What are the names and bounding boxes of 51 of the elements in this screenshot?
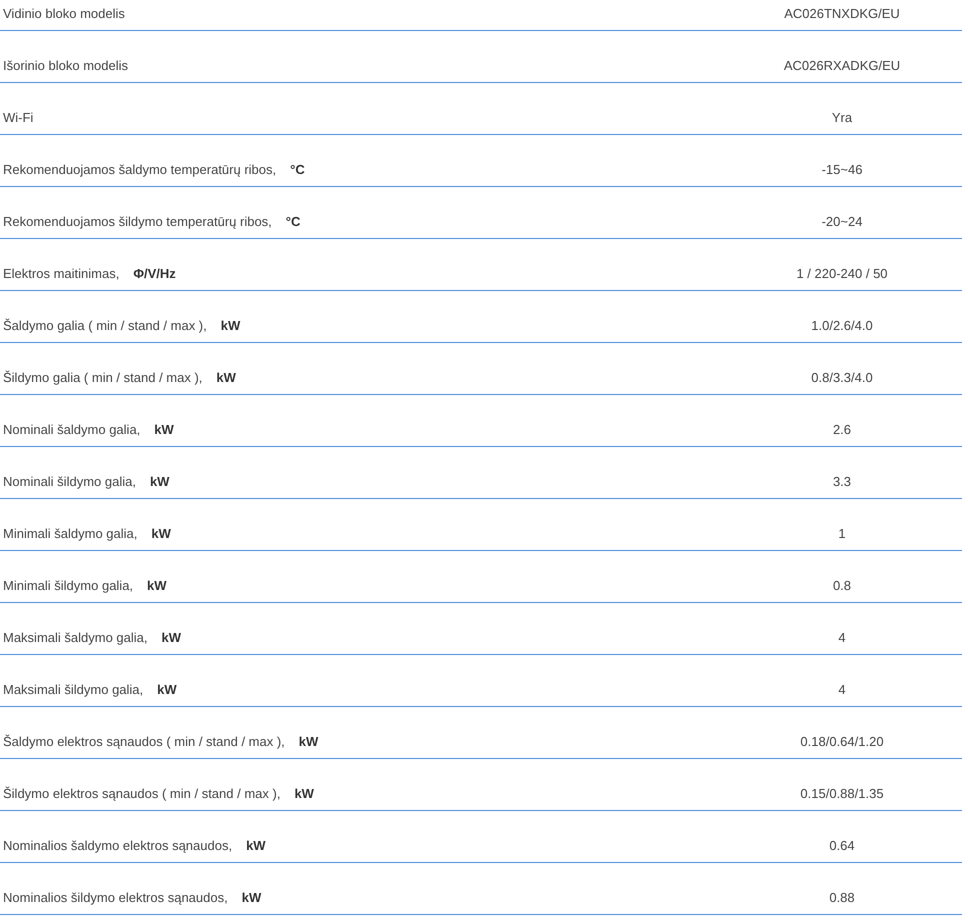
spec-label: Maksimali šaldymo galia, bbox=[3, 628, 148, 647]
spec-value: 3.3 bbox=[832, 472, 852, 490]
spec-label: Minimali šildymo galia, bbox=[3, 576, 134, 595]
spec-label: Nominali šaldymo galia, bbox=[3, 420, 140, 439]
spec-label: Nominali šildymo galia, bbox=[3, 472, 136, 491]
unit-label: Φ/V/Hz bbox=[133, 264, 176, 282]
unit-label: °C bbox=[290, 160, 305, 178]
spec-label: Elektros maitinimas, bbox=[3, 264, 120, 282]
spec-label: Išorinio bloko modelis bbox=[3, 56, 128, 74]
spec-label: Šildymo galia ( min / stand / max ), bbox=[3, 368, 202, 387]
spec-value: 0.8 bbox=[832, 576, 852, 594]
spec-label: Rekomenduojamos šildymo temperatūrų ribos, bbox=[3, 212, 272, 231]
spec-value: 0.8/3.3/4.0 bbox=[811, 368, 873, 386]
spec-value: 0.18/0.64/1.20 bbox=[800, 732, 884, 750]
spec-value: 0.88 bbox=[829, 888, 855, 906]
unit-label: kW bbox=[150, 472, 170, 490]
unit-label: kW bbox=[216, 368, 236, 386]
spec-value: 1 / 220-240 / 50 bbox=[796, 264, 888, 282]
spec-label: Rekomenduojamos šaldymo temperatūrų ribos, bbox=[3, 160, 276, 179]
spec-label: Maksimali šildymo galia, bbox=[3, 680, 144, 699]
unit-label: kW bbox=[157, 680, 177, 698]
spec-value: 0.64 bbox=[829, 836, 855, 854]
spec-value: 4 bbox=[838, 680, 846, 698]
spec-value: 2.6 bbox=[832, 420, 852, 438]
spec-label: Minimali šaldymo galia, bbox=[3, 524, 138, 543]
spec-value: -15~46 bbox=[822, 160, 862, 178]
spec-value: 0.15/0.88/1.35 bbox=[800, 784, 884, 802]
spec-label: Wi-Fi bbox=[3, 108, 34, 126]
spec-label: Nominalios šaldymo elektros sąnaudos, bbox=[3, 836, 232, 855]
spec-value: 1.0/2.6/4.0 bbox=[811, 316, 873, 334]
spec-value: Yra bbox=[832, 108, 852, 126]
spec-label: Šaldymo elektros sąnaudos ( min / stand / max ), bbox=[3, 732, 285, 751]
unit-label: kW bbox=[294, 784, 314, 802]
spec-value: AC026RXADKG/EU bbox=[784, 56, 900, 74]
unit-label: kW bbox=[147, 576, 167, 594]
unit-label: kW bbox=[242, 888, 262, 906]
spec-label: Šildymo elektros sąnaudos ( min / stand / max ), bbox=[3, 784, 280, 803]
unit-label: kW bbox=[298, 732, 318, 750]
unit-label: kW bbox=[246, 836, 266, 854]
unit-label: kW bbox=[151, 524, 171, 542]
spec-value: 4 bbox=[838, 628, 846, 646]
unit-label: kW bbox=[154, 420, 174, 438]
unit-label: °C bbox=[286, 212, 300, 230]
spec-label: Nominalios šildymo elektros sąnaudos, bbox=[3, 888, 228, 907]
spec-label: Šaldymo galia ( min / stand / max ), bbox=[3, 316, 207, 335]
spec-value: AC026TNXDKG/EU bbox=[784, 4, 900, 22]
unit-label: kW bbox=[162, 628, 181, 646]
unit-label: kW bbox=[220, 316, 240, 334]
spec-label: Vidinio bloko modelis bbox=[3, 4, 125, 22]
spec-value: -20~24 bbox=[822, 212, 862, 230]
spec-value: 1 bbox=[838, 524, 846, 542]
